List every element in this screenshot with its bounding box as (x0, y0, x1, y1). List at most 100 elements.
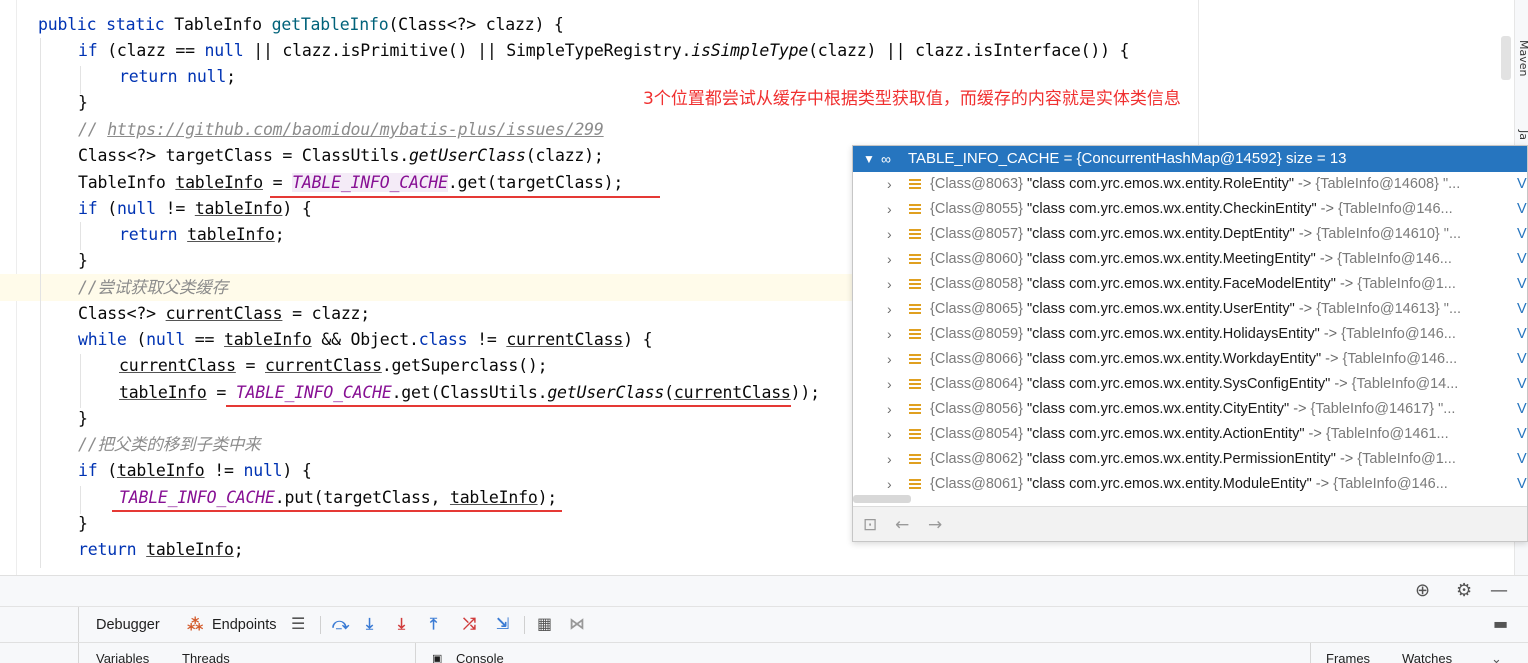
editor-scrollbar-thumb[interactable] (1501, 36, 1511, 80)
map-entry-row[interactable]: ›{Class@8056} "class com.yrc.emos.wx.ent… (853, 397, 1528, 422)
code-line[interactable]: //尝试获取父类缓存 (78, 275, 228, 301)
view-link[interactable]: V (1517, 397, 1527, 422)
tool-window-maven[interactable]: Maven (1517, 40, 1528, 76)
drop-frame-icon[interactable]: ⤮ (463, 614, 476, 634)
view-link[interactable]: V (1517, 347, 1527, 372)
red-annotation-text: 3个位置都尝试从缓存中根据类型获取值，而缓存的内容就是实体类信息 (643, 86, 1181, 112)
divider (78, 607, 79, 643)
code-line[interactable]: return tableInfo; (78, 537, 243, 563)
entry-key: {Class@8064} (930, 376, 1023, 392)
map-entry-row[interactable]: ›{Class@8060} "class com.yrc.emos.wx.ent… (853, 247, 1528, 272)
chevron-right-icon[interactable]: › (887, 422, 892, 447)
code-line[interactable]: if (null != tableInfo) { (78, 196, 312, 222)
map-entry-row[interactable]: ›{Class@8057} "class com.yrc.emos.wx.ent… (853, 222, 1528, 247)
tab-watches[interactable]: Watches (1402, 651, 1452, 663)
map-entry-row[interactable]: ›{Class@8065} "class com.yrc.emos.wx.ent… (853, 297, 1528, 322)
code-token: class (419, 330, 468, 349)
force-step-into-icon[interactable]: ⤓ (398, 614, 405, 634)
gear-icon[interactable]: ⚙ (1456, 580, 1472, 601)
variable-inspect-popup[interactable]: ▼ ∞ TABLE_INFO_CACHE = {ConcurrentHashMa… (852, 145, 1528, 542)
chevron-right-icon[interactable]: › (887, 397, 892, 422)
code-line[interactable]: TABLE_INFO_CACHE.put(targetClass, tableI… (119, 485, 557, 511)
tab-threads[interactable]: Threads (182, 651, 230, 663)
view-link[interactable]: V (1517, 222, 1527, 247)
code-line[interactable]: tableInfo = TABLE_INFO_CACHE.get(ClassUt… (119, 380, 820, 406)
chevron-right-icon[interactable]: › (887, 222, 892, 247)
code-line[interactable]: while (null == tableInfo && Object.class… (78, 327, 652, 353)
map-entry-row[interactable]: ›{Class@8055} "class com.yrc.emos.wx.ent… (853, 197, 1528, 222)
code-line[interactable]: } (78, 406, 88, 432)
view-link[interactable]: V (1517, 297, 1527, 322)
trace-icon[interactable]: ⋈ (569, 614, 585, 634)
code-line[interactable]: TableInfo tableInfo = TABLE_INFO_CACHE.g… (78, 170, 623, 196)
map-entry-row[interactable]: › {Class@8061} "class com.yrc.emos.wx.ent… (853, 472, 1528, 497)
step-into-icon[interactable]: ⤓ (366, 614, 373, 634)
hamburger-icon[interactable]: ☰ (291, 614, 305, 634)
view-link[interactable]: V (1517, 472, 1527, 497)
code-line[interactable]: return tableInfo; (119, 222, 284, 248)
chevron-down-icon[interactable]: ⌄ (1491, 651, 1502, 663)
chevron-right-icon[interactable]: › (887, 322, 892, 347)
code-line[interactable]: //把父类的移到子类中来 (78, 432, 260, 458)
forward-arrow-icon[interactable]: → (928, 515, 942, 535)
popup-horizontal-scrollbar[interactable] (853, 495, 911, 503)
step-over-icon[interactable]: ⤼ (332, 614, 349, 634)
tab-frames[interactable]: Frames (1326, 651, 1370, 663)
view-link[interactable]: V (1517, 422, 1527, 447)
code-line[interactable]: if (tableInfo != null) { (78, 458, 312, 484)
code-line[interactable]: } (78, 90, 88, 116)
code-line[interactable]: // https://github.com/baomidou/mybatis-p… (78, 117, 604, 143)
chevron-right-icon[interactable]: › (887, 447, 892, 472)
chevron-right-icon[interactable]: › (887, 197, 892, 222)
comment-link[interactable]: https://github.com/baomidou/mybatis-plus… (107, 120, 603, 139)
run-to-cursor-icon[interactable]: ⇲ (496, 614, 509, 634)
chevron-right-icon[interactable]: › (887, 472, 892, 497)
back-arrow-icon[interactable]: ← (895, 515, 909, 535)
view-link[interactable]: V (1517, 197, 1527, 222)
map-entry-row[interactable]: ›{Class@8062} "class com.yrc.emos.wx.ent… (853, 447, 1528, 472)
tab-variables[interactable]: Variables (96, 651, 149, 663)
chevron-right-icon[interactable]: › (887, 247, 892, 272)
view-link[interactable]: V (1517, 447, 1527, 472)
step-out-icon[interactable]: ⤒ (430, 614, 437, 634)
view-link[interactable]: V (1517, 172, 1527, 197)
map-entry-row[interactable]: ›{Class@8064} "class com.yrc.emos.wx.ent… (853, 372, 1528, 397)
view-link[interactable]: V (1517, 247, 1527, 272)
view-link[interactable]: V (1517, 322, 1527, 347)
chevron-right-icon[interactable]: › (887, 272, 892, 297)
map-entry-row[interactable]: ›{Class@8058} "class com.yrc.emos.wx.ent… (853, 272, 1528, 297)
layout-icon[interactable]: ▬ (1493, 614, 1508, 634)
entry-key: {Class@8054} (930, 426, 1023, 442)
chevron-right-icon[interactable]: › (887, 372, 892, 397)
minimize-icon[interactable]: — (1490, 580, 1508, 601)
tab-endpoints[interactable]: Endpoints (212, 607, 277, 643)
code-line[interactable]: Class<?> targetClass = ClassUtils.getUse… (78, 143, 604, 169)
tree-view-icon[interactable]: ⊡ (863, 515, 877, 535)
code-line[interactable]: currentClass = currentClass.getSuperclas… (119, 353, 547, 379)
code-line[interactable]: if (clazz == null || clazz.isPrimitive()… (78, 38, 1129, 64)
entry-target: {TableInfo@146... (1333, 476, 1448, 492)
crosshair-icon[interactable]: ⊕ (1415, 580, 1430, 601)
map-entry-row[interactable]: ›{Class@8066} "class com.yrc.emos.wx.ent… (853, 347, 1528, 372)
code-line[interactable]: return null; (119, 64, 236, 90)
code-line[interactable]: public static TableInfo getTableInfo(Cla… (38, 12, 564, 38)
chevron-right-icon[interactable]: › (887, 297, 892, 322)
code-line[interactable]: } (78, 248, 88, 274)
tool-window-ja[interactable]: Ja (1517, 130, 1528, 140)
map-entry-row[interactable]: ›{Class@8059} "class com.yrc.emos.wx.ent… (853, 322, 1528, 347)
entry-key: {Class@8061} (930, 476, 1023, 492)
code-line[interactable]: } (78, 511, 88, 537)
tab-console[interactable]: Console (456, 651, 504, 663)
chevron-down-icon[interactable]: ▼ (863, 146, 875, 172)
chevron-right-icon[interactable]: › (887, 347, 892, 372)
chevron-right-icon[interactable]: › (887, 172, 892, 197)
popup-header-row[interactable]: ▼ ∞ TABLE_INFO_CACHE = {ConcurrentHashMa… (853, 146, 1528, 172)
view-link[interactable]: V (1517, 372, 1527, 397)
view-link[interactable]: V (1517, 272, 1527, 297)
tab-debugger[interactable]: Debugger (96, 607, 160, 643)
map-entry-row[interactable]: ›{Class@8054} "class com.yrc.emos.wx.ent… (853, 422, 1528, 447)
code-line[interactable]: Class<?> currentClass = clazz; (78, 301, 370, 327)
entry-value: "class com.yrc.emos.wx.entity.ModuleEnti… (1027, 476, 1312, 492)
evaluate-icon[interactable]: ▦ (537, 614, 552, 634)
map-entry-row[interactable]: ›{Class@8063} "class com.yrc.emos.wx.ent… (853, 172, 1528, 197)
